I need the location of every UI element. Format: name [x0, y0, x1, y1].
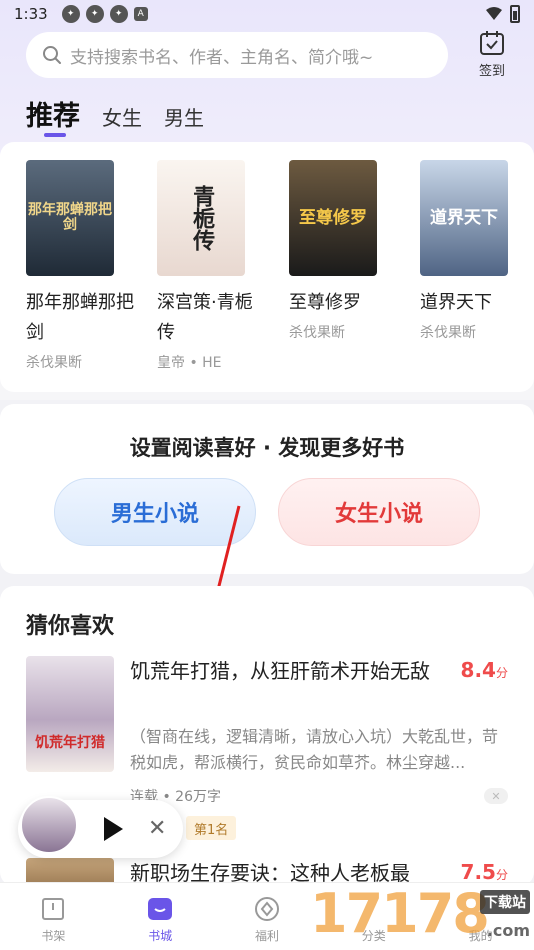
- play-icon[interactable]: [102, 816, 124, 842]
- a-notification-icon: A: [133, 7, 148, 21]
- nav-welfare[interactable]: 福利: [214, 883, 321, 950]
- book-cover: 道界天下: [420, 160, 508, 276]
- section-title: 猜你喜欢: [26, 614, 115, 639]
- checkin-label: 签到: [478, 64, 505, 79]
- checkin-button[interactable]: 签到: [470, 30, 514, 80]
- recommended-books-card: 那年那蝉那把剑 那年那蝉那把剑 杀伐果断 青栀传 深宫策·青栀传 皇帝 • HE…: [0, 142, 534, 392]
- book-item[interactable]: 那年那蝉那把剑 那年那蝉那把剑 杀伐果断: [26, 160, 136, 372]
- category-tabs: 推荐 女生 男生: [26, 94, 204, 133]
- search-icon: [43, 46, 61, 64]
- book-description: （智商在线，逻辑清晰，请放心入坑）大乾乱世，苛税如虎，帮派横行，贫民命如草芥。林…: [130, 727, 499, 772]
- status-time: 1:33: [14, 5, 48, 23]
- book-cover: 青栀传: [157, 160, 245, 276]
- book-author: 杀伐果断: [289, 325, 345, 341]
- close-icon[interactable]: ✕: [148, 816, 166, 841]
- dismiss-icon[interactable]: ✕: [484, 788, 508, 804]
- reading-preference-card: 设置阅读喜好 · 发现更多好书 男生小说 女生小说: [0, 404, 534, 606]
- book-title: 道界天下: [420, 292, 492, 313]
- book-score: 8.4分: [460, 658, 508, 682]
- female-novel-button[interactable]: 女生小说: [278, 478, 480, 546]
- app-notification-icon: ✦: [109, 5, 128, 23]
- preference-title: 设置阅读喜好 · 发现更多好书: [129, 436, 405, 460]
- nav-bookshelf[interactable]: 书架: [0, 883, 107, 950]
- floating-audio-player[interactable]: ✕: [18, 796, 183, 858]
- search-input[interactable]: 支持搜索书名、作者、主角名、简介哦~: [26, 32, 448, 78]
- book-cover[interactable]: 饥荒年打猎: [26, 656, 114, 772]
- player-cover[interactable]: [20, 796, 78, 854]
- book-title: 至尊修罗: [289, 292, 361, 313]
- book-author: 皇帝 • HE: [157, 355, 222, 371]
- welfare-icon: [253, 895, 281, 923]
- bookshelf-icon: [39, 895, 67, 923]
- book-item[interactable]: 道界天下 道界天下 杀伐果断: [420, 160, 530, 342]
- active-tab-indicator: [44, 133, 66, 137]
- book-author: 杀伐果断: [26, 355, 82, 371]
- tab-recommend[interactable]: 推荐: [26, 94, 80, 133]
- bookstore-icon: [146, 895, 174, 923]
- battery-icon: [510, 5, 520, 23]
- book-title: 那年那蝉那把剑: [26, 292, 134, 343]
- wifi-icon: [486, 7, 502, 20]
- rank-badge: 第1名: [186, 816, 237, 840]
- book-cover: 那年那蝉那把剑: [26, 160, 114, 276]
- nav-label: 书架: [41, 929, 66, 943]
- nav-bookstore[interactable]: 书城: [107, 883, 214, 950]
- site-watermark: 17178 下载站 .com: [310, 881, 530, 945]
- book-cover: 至尊修罗: [289, 160, 377, 276]
- app-notification-icon: ✦: [85, 5, 104, 23]
- search-placeholder: 支持搜索书名、作者、主角名、简介哦~: [70, 47, 374, 68]
- tab-female[interactable]: 女生: [102, 102, 142, 131]
- status-bar: 1:33 ✦ ✦ ✦ A: [0, 0, 534, 28]
- app-notification-icon: ✦: [61, 5, 80, 23]
- book-author: 杀伐果断: [420, 325, 476, 341]
- book-title[interactable]: 饥荒年打猎，从狂肝箭术开始无敌: [130, 656, 444, 686]
- book-item[interactable]: 青栀传 深宫策·青栀传 皇帝 • HE: [157, 160, 267, 372]
- book-title: 深宫策·青栀传: [157, 292, 253, 343]
- calendar-check-icon: [480, 31, 504, 55]
- tab-male[interactable]: 男生: [164, 102, 204, 131]
- nav-label: 书城: [148, 929, 173, 943]
- nav-label: 福利: [254, 929, 279, 943]
- book-item[interactable]: 至尊修罗 至尊修罗 杀伐果断: [289, 160, 399, 342]
